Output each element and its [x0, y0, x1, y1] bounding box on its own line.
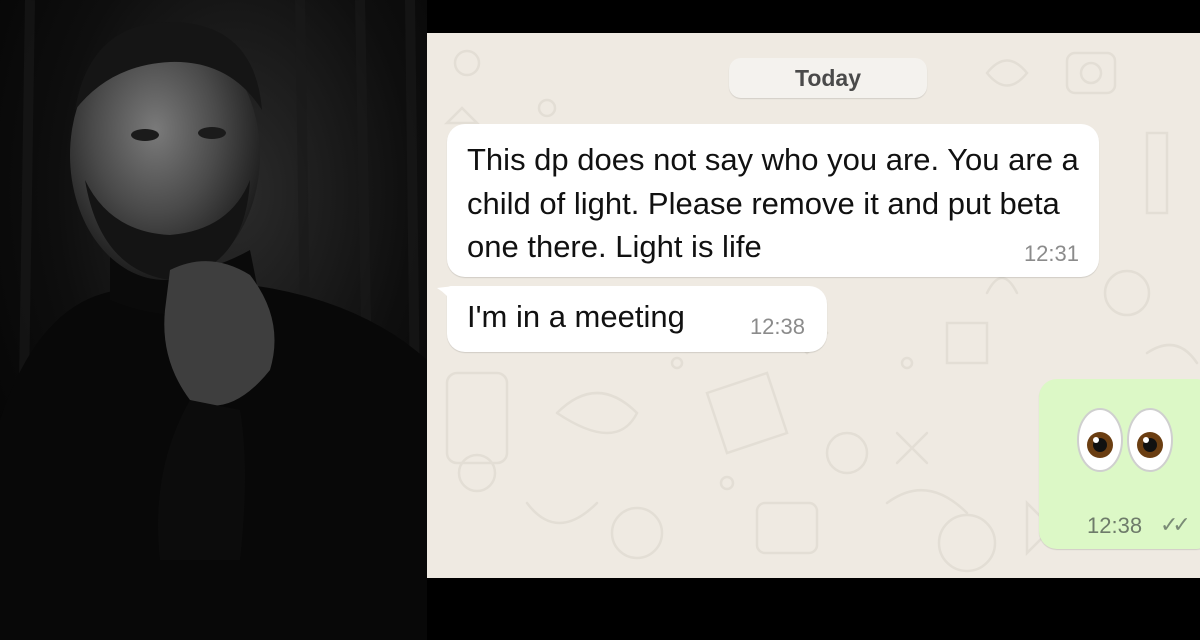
message-time: 12:38 [1087, 513, 1143, 538]
message-time: 12:31 [1023, 241, 1079, 266]
profile-photo [0, 0, 427, 640]
read-receipt-icon: ✓✓ [1160, 512, 1191, 537]
bubble-tail-icon [437, 286, 455, 306]
message-text: This dp does not say who you are. You ar… [467, 142, 1079, 264]
incoming-message[interactable]: This dp does not say who you are. You ar… [447, 124, 1099, 277]
date-divider: Today [729, 58, 927, 98]
chat-panel: Today This dp does not say who you are. … [427, 33, 1200, 578]
top-black-bar [427, 0, 1200, 33]
message-text: I'm in a meeting [467, 299, 685, 334]
outgoing-message[interactable]: 12:38 ✓✓ [1039, 379, 1200, 549]
incoming-message[interactable]: I'm in a meeting 12:38 [437, 286, 827, 352]
bottom-black-bar [427, 578, 1200, 640]
eyes-icon [1077, 408, 1173, 472]
message-time: 12:38 [749, 314, 805, 339]
